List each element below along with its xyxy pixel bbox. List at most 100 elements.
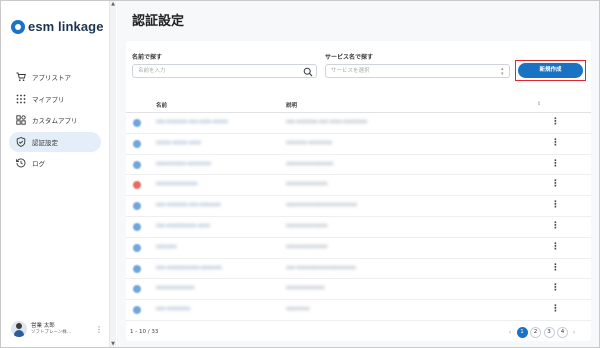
row-description: xxxxxxxx bbox=[286, 306, 310, 313]
row-description: xxxxxxx-xxxxxxxx bbox=[286, 139, 333, 146]
row-description: xxx-xxxxxxx-xxx-xxxx-xxxxxxxx bbox=[286, 119, 368, 125]
row-description: xxxxxxxxxxxxxx bbox=[286, 222, 328, 229]
page-button-3[interactable]: 3 bbox=[543, 327, 555, 338]
select-caret-icon: ▴ ▾ bbox=[501, 66, 504, 77]
grid-icon bbox=[15, 93, 26, 104]
row-name: xxxxxxxxxxxxxx bbox=[156, 181, 198, 188]
scroll-down-arrow-icon[interactable]: ▼ bbox=[110, 341, 116, 347]
sidebar-item-label: 認証設定 bbox=[32, 138, 58, 147]
sidebar-item-logs[interactable]: ログ bbox=[9, 153, 101, 173]
row-name: xxxxxxxxxx-xxxxxxxx bbox=[156, 160, 212, 167]
pagination: ‹ 1 2 3 4 › bbox=[504, 327, 578, 338]
row-description: xxxxxxxxxxxxxx bbox=[286, 243, 328, 250]
app-icon bbox=[133, 160, 141, 169]
user-info: 営業 太郎 ソフトブレーン株... bbox=[31, 323, 95, 336]
more-vert-icon[interactable]: ⋮ bbox=[551, 283, 560, 293]
app-icon bbox=[133, 181, 141, 190]
row-description: xxxxxxxxxxxxxxxx bbox=[286, 160, 334, 167]
pagination-range: 1 - 10 / 33 bbox=[130, 329, 159, 335]
sidebar-nav: アプリストア マイアプリ カスタムアプリ 認証設定 ログ bbox=[9, 67, 101, 175]
sidebar-item-auth-settings[interactable]: 認証設定 bbox=[9, 131, 101, 152]
sidebar-item-custom-apps[interactable]: カスタムアプリ bbox=[9, 110, 101, 130]
row-description: xxxxxxxxxxxxxx bbox=[286, 181, 328, 188]
page-button-4[interactable]: 4 bbox=[557, 327, 568, 338]
shield-icon bbox=[15, 136, 26, 147]
row-name: xxxxxxx bbox=[156, 243, 177, 250]
sidebar-scrollbar[interactable]: ▲ ▼ bbox=[110, 1, 116, 347]
service-search-label: サービス名で探す bbox=[325, 54, 374, 61]
page-button-1[interactable]: 1 bbox=[516, 327, 528, 338]
row-description: xxxxxxxxxxxxx bbox=[286, 285, 325, 292]
user-organization: ソフトブレーン株... bbox=[31, 329, 72, 335]
table-row[interactable]: xxx-xxxxxxxxxx-xxxx xxxxxxxxxxxxxx ⋮ bbox=[126, 217, 591, 238]
history-icon bbox=[15, 158, 26, 169]
more-vert-icon[interactable]: ⋮ bbox=[551, 179, 560, 189]
row-description: xxx-xxxxxxxxxxxxxxxxxxxx bbox=[286, 264, 356, 271]
row-name: xxxxxxxxxxxxx bbox=[156, 285, 195, 292]
next-page-icon[interactable]: › bbox=[570, 329, 578, 336]
table-row[interactable]: xxx-xxxxxxx-xxx-xxxxxxx xxxxxxxxxxxxxxxx… bbox=[126, 196, 591, 217]
more-vert-icon[interactable]: ⋮ bbox=[551, 159, 560, 169]
more-vert-icon[interactable]: ⋮ bbox=[551, 200, 560, 210]
cart-icon bbox=[15, 72, 26, 83]
avatar bbox=[11, 321, 27, 337]
row-name: xxx-xxxxxxxxxxx-xxxxxxx bbox=[156, 264, 222, 271]
user-name: 営業 太郎 bbox=[31, 322, 55, 329]
app-icon bbox=[133, 202, 141, 211]
auth-settings-card: 名前で探す サービス名で探す ▴▾ 新規作成 名前 説明 ⇕ sso-xxxxx… bbox=[126, 41, 591, 341]
app-icon bbox=[133, 222, 141, 231]
table-row[interactable]: xxxxx-xxxxx-xxxx xxxxxxx-xxxxxxxx ⋮ bbox=[126, 134, 591, 155]
more-vert-icon[interactable]: ⋮ bbox=[551, 221, 560, 231]
table-header: 名前 説明 ⇕ bbox=[126, 97, 591, 113]
create-new-button[interactable]: 新規作成 bbox=[518, 63, 583, 78]
table-body: sso-xxxxxxx-xxx-xxxx-xxxxx xxx-xxxxxxx-x… bbox=[126, 113, 591, 321]
table-row[interactable]: xxx-xxxxxxxx xxxxxxxx ⋮ bbox=[126, 300, 591, 321]
row-name: xxx-xxxxxxxx bbox=[156, 306, 191, 313]
sidebar-item-app-store[interactable]: アプリストア bbox=[9, 67, 101, 87]
main-content: 認証設定 名前で探す サービス名で探す ▴▾ 新規作成 名前 説明 ⇕ sso-… bbox=[117, 1, 599, 347]
row-name: xxx-xxxxxxxxxx-xxxx bbox=[156, 222, 210, 229]
app-icon bbox=[133, 285, 141, 294]
table-row[interactable]: xxxxxxxxxxxxxx xxxxxxxxxxxxxx ⋮ bbox=[126, 175, 591, 197]
sort-icon[interactable]: ⇕ bbox=[537, 101, 541, 107]
column-header-description[interactable]: 説明 bbox=[286, 101, 297, 109]
table-row[interactable]: xxxxxxx xxxxxxxxxxxxxx ⋮ bbox=[126, 238, 591, 259]
page-button-2[interactable]: 2 bbox=[530, 327, 541, 338]
table-row[interactable]: xxxxxxxxxx-xxxxxxxx xxxxxxxxxxxxxxxx ⋮ bbox=[126, 155, 591, 176]
app-icon bbox=[133, 243, 141, 252]
row-name: xxx-xxxxxxx-xxx-xxxxxxx bbox=[156, 202, 221, 209]
logo-text: esm linkage bbox=[28, 19, 104, 34]
sidebar-item-my-apps[interactable]: マイアプリ bbox=[9, 89, 101, 109]
table-footer: 1 - 10 / 33 ‹ 1 2 3 4 › bbox=[126, 323, 591, 341]
table-row[interactable]: sso-xxxxxxx-xxx-xxxx-xxxxx xxx-xxxxxxx-x… bbox=[126, 113, 591, 134]
user-profile[interactable]: 営業 太郎 ソフトブレーン株... ⋮ bbox=[11, 321, 103, 337]
page-title: 認証設定 bbox=[132, 14, 185, 29]
more-vert-icon[interactable]: ⋮ bbox=[551, 263, 560, 273]
more-vert-icon[interactable]: ⋮ bbox=[551, 117, 560, 127]
logo-mark-icon bbox=[11, 19, 25, 34]
more-vert-icon[interactable]: ⋮ bbox=[95, 325, 103, 334]
table-row[interactable]: xxx-xxxxxxxxxxx-xxxxxxx xxx-xxxxxxxxxxxx… bbox=[126, 259, 591, 280]
search-icon[interactable] bbox=[303, 67, 313, 77]
app-icon bbox=[133, 306, 141, 315]
sidebar-item-label: カスタムアプリ bbox=[32, 117, 78, 125]
name-search-input[interactable] bbox=[132, 64, 317, 78]
sidebar-item-label: ログ bbox=[32, 160, 45, 168]
sidebar: esm linkage アプリストア マイアプリ カスタムアプリ 認証設定 ログ… bbox=[1, 1, 110, 347]
prev-page-icon[interactable]: ‹ bbox=[506, 329, 514, 336]
more-vert-icon[interactable]: ⋮ bbox=[551, 304, 560, 314]
scroll-up-arrow-icon[interactable]: ▲ bbox=[110, 1, 116, 7]
service-select[interactable] bbox=[325, 64, 510, 78]
blocks-icon bbox=[15, 115, 26, 126]
table-row[interactable]: xxxxxxxxxxxxx xxxxxxxxxxxxx ⋮ bbox=[126, 279, 591, 301]
row-name: xxxxx-xxxxx-xxxx bbox=[156, 139, 202, 146]
sidebar-item-label: マイアプリ bbox=[32, 95, 65, 104]
column-header-name[interactable]: 名前 bbox=[156, 101, 167, 109]
row-description: xxxxxxxxxxxxxxxxxxxxxxxx bbox=[286, 202, 358, 209]
more-vert-icon[interactable]: ⋮ bbox=[551, 242, 560, 252]
app-logo[interactable]: esm linkage bbox=[11, 19, 104, 34]
row-name: sso-xxxxxxx-xxx-xxxx-xxxxx bbox=[156, 119, 228, 125]
app-icon bbox=[133, 264, 141, 273]
app-icon bbox=[133, 119, 141, 127]
more-vert-icon[interactable]: ⋮ bbox=[551, 138, 560, 148]
